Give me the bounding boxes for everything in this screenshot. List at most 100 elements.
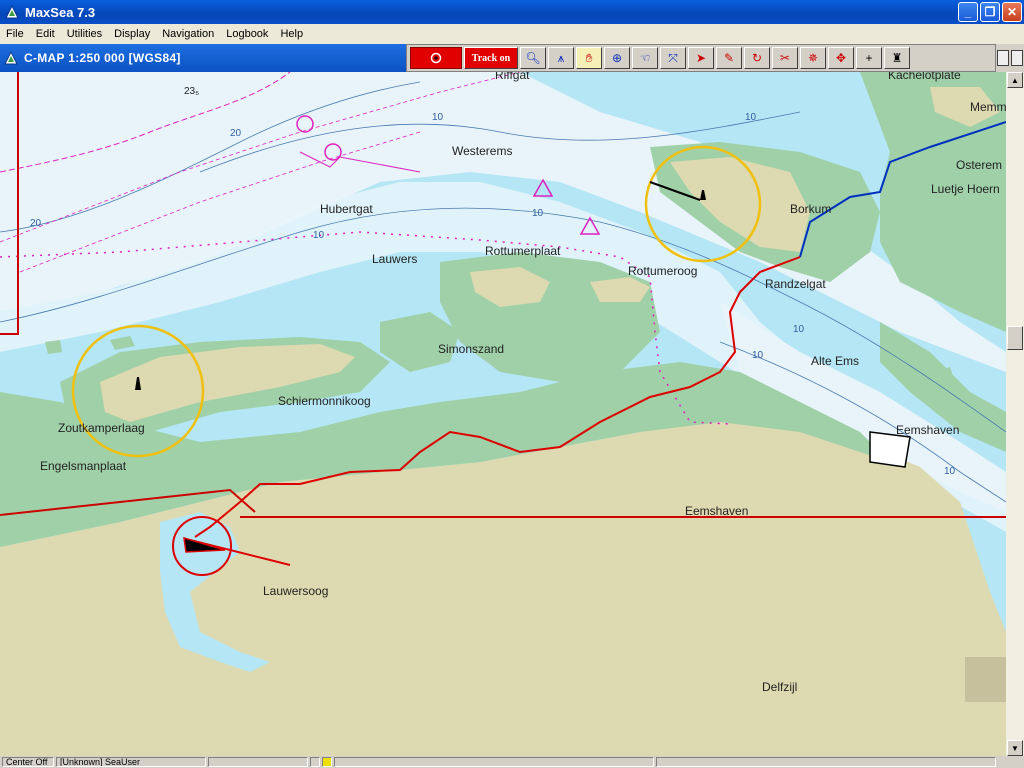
- small-island-2: [45, 340, 62, 354]
- pan-hand-button[interactable]: ✋︎: [576, 47, 602, 69]
- pencil-icon: ✎: [723, 51, 735, 65]
- crosshair-circle-icon: ⊕: [611, 51, 623, 65]
- mark-icon: ✵: [807, 51, 819, 65]
- place-label: Lauwersoog: [263, 584, 329, 598]
- measure-button[interactable]: ⤧: [660, 47, 686, 69]
- small-island-1: [110, 336, 135, 350]
- status-cell-empty-2: [334, 757, 654, 767]
- menu-file[interactable]: File: [0, 28, 30, 40]
- menu-logbook[interactable]: Logbook: [220, 28, 274, 40]
- chart-window-icon: [4, 51, 18, 65]
- place-label: Borkum: [790, 202, 832, 216]
- place-label: Eemshaven: [896, 423, 960, 437]
- window-layout-buttons: [996, 44, 1024, 72]
- status-indicator-2: [322, 757, 332, 767]
- layout-button-1[interactable]: [997, 50, 1009, 66]
- vertical-scrollbar[interactable]: ▲ ▼: [1006, 72, 1024, 756]
- status-cell-empty-1: [208, 757, 308, 767]
- place-label: Osterem: [956, 158, 1003, 172]
- nautical-chart[interactable]: Riffgat Kachelotplate Memm Westerems Ost…: [0, 72, 1006, 756]
- depth-label: 10: [532, 208, 544, 219]
- place-label: Luetje Hoern: [931, 182, 1000, 196]
- depth-label: 20: [230, 128, 242, 139]
- place-label: Lauwers: [372, 252, 418, 266]
- grab-hand-icon: ☜: [639, 51, 651, 65]
- move-arrows-icon: ✥: [835, 51, 847, 65]
- compass-icon: ⩚: [557, 50, 565, 65]
- pencil-button[interactable]: ✎: [716, 47, 742, 69]
- pointer-button[interactable]: ➤: [688, 47, 714, 69]
- cursor-cross-button[interactable]: +: [856, 47, 882, 69]
- place-label: Zoutkamperlaag: [58, 421, 145, 435]
- scroll-thumb[interactable]: [1007, 326, 1023, 350]
- menu-help[interactable]: Help: [274, 28, 309, 40]
- place-label: Schiermonnikoog: [278, 394, 371, 408]
- chart-title: C-MAP 1:250 000 [WGS84]: [24, 51, 181, 65]
- chart-window-header: C-MAP 1:250 000 [WGS84]: [0, 44, 410, 72]
- warning-triangle-1: [532, 178, 554, 197]
- hand-icon: ✋︎: [585, 50, 593, 65]
- depth-label: 10: [944, 466, 956, 477]
- menu-utilities[interactable]: Utilities: [61, 28, 108, 40]
- zoom-button[interactable]: 🔍︎: [520, 47, 546, 69]
- place-label: Rottumeroog: [628, 264, 698, 278]
- compass-button[interactable]: ⩚: [548, 47, 574, 69]
- center-button[interactable]: ⊕: [604, 47, 630, 69]
- rotate-icon: ↻: [751, 51, 763, 65]
- move-button[interactable]: ✥: [828, 47, 854, 69]
- arrow-pointer-icon: ➤: [695, 51, 707, 65]
- status-cell-empty-3: [656, 757, 996, 767]
- maxsea-app-icon: [5, 5, 19, 19]
- record-stop-icon: [430, 52, 442, 64]
- plus-icon: +: [865, 51, 873, 65]
- place-label: Westerems: [452, 144, 513, 158]
- mark-button[interactable]: ✵: [800, 47, 826, 69]
- scroll-down-button[interactable]: ▼: [1007, 740, 1023, 756]
- center-status[interactable]: Center Off: [2, 757, 54, 767]
- rotate-button[interactable]: ↻: [744, 47, 770, 69]
- arrow-down-icon: ▼: [1011, 743, 1019, 753]
- place-label: Randzelgat: [765, 277, 826, 291]
- depth-label: 10: [793, 324, 805, 335]
- depth-label: 10: [745, 112, 757, 123]
- menu-edit[interactable]: Edit: [30, 28, 61, 40]
- place-label: Memm: [970, 100, 1006, 114]
- menu-display[interactable]: Display: [108, 28, 156, 40]
- track-on-button[interactable]: Track on: [464, 47, 518, 69]
- arrow-up-icon: ▲: [1011, 75, 1019, 85]
- restricted-area: [965, 657, 1006, 702]
- chart-canvas: [0, 72, 1006, 756]
- lighthouse-icon: ♜: [891, 51, 903, 65]
- depth-label: 10: [432, 112, 444, 123]
- lighthouse-button[interactable]: ♜: [884, 47, 910, 69]
- layout-button-2[interactable]: [1011, 50, 1023, 66]
- menu-bar: File Edit Utilities Display Navigation L…: [0, 24, 1024, 44]
- place-label: Delfzijl: [762, 680, 798, 694]
- window-title: MaxSea 7.3: [25, 4, 96, 20]
- place-label: Eemshaven: [685, 504, 749, 518]
- scissors-icon: ✂: [779, 51, 791, 65]
- place-label: Kachelotplate: [888, 72, 961, 82]
- close-button[interactable]: ✕: [1002, 2, 1022, 22]
- grab-button[interactable]: ☜: [632, 47, 658, 69]
- depth-label: 23₅: [184, 86, 200, 97]
- depth-label: 10: [752, 350, 764, 361]
- maximize-button[interactable]: ❐: [980, 2, 1000, 22]
- title-bar: MaxSea 7.3 _ ❐ ✕: [0, 0, 1024, 24]
- map-toolbar: Track on 🔍︎ ⩚ ✋︎ ⊕ ☜ ⤧ ➤ ✎ ↻ ✂ ✵ ✥ + ♜: [406, 44, 996, 72]
- minimize-button[interactable]: _: [958, 2, 978, 22]
- place-label: Riffgat: [495, 72, 530, 82]
- scissors-button[interactable]: ✂: [772, 47, 798, 69]
- depth-label: 20: [30, 218, 42, 229]
- place-label: Simonszand: [438, 342, 505, 356]
- stop-button[interactable]: [410, 47, 462, 69]
- status-indicator-1: [310, 757, 320, 767]
- depth-label: 10: [313, 230, 325, 241]
- scroll-up-button[interactable]: ▲: [1007, 72, 1023, 88]
- place-label: Engelsmanplaat: [40, 459, 127, 473]
- place-label: Rottumerplaat: [485, 244, 561, 258]
- eemshaven-harbour: [869, 431, 911, 468]
- measure-icon: ⤧: [668, 50, 678, 65]
- menu-navigation[interactable]: Navigation: [156, 28, 220, 40]
- place-label: Alte Ems: [811, 354, 860, 368]
